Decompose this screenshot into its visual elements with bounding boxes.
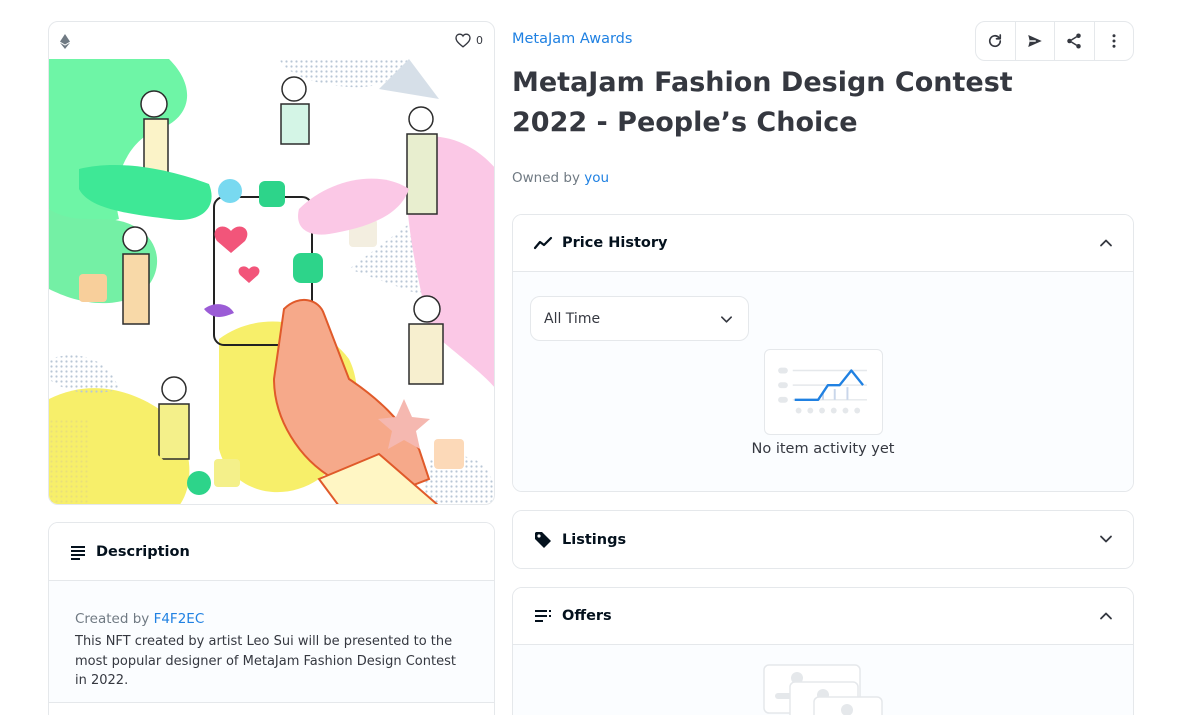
more-button[interactable] [1095,22,1134,60]
owned-by: Owned by you [512,170,609,186]
owned-by-label: Owned by [512,170,580,186]
tag-icon [535,531,551,548]
owner-link[interactable]: you [584,170,609,186]
media-card: 0 [48,21,495,505]
share-icon [1067,33,1081,49]
more-vertical-icon [1112,34,1116,48]
item-title: MetaJam Fashion Design Contest 2022 - Pe… [512,67,1013,138]
heart-outline-icon [455,33,471,48]
empty-activity-message: No item activity yet [751,441,895,457]
send-icon [1028,35,1042,47]
refresh-icon [989,34,1002,48]
offers-body [513,645,1133,715]
collection-link[interactable]: MetaJam Awards [512,31,632,47]
item-toolbar [975,21,1134,61]
list-icon [535,610,551,622]
offers-title: Offers [562,608,612,624]
creator-link[interactable]: F4F2EC [154,611,205,627]
price-history-panel: Price History All Time No item activity … [512,214,1134,492]
listings-panel: Listings [512,510,1134,569]
chevron-up-icon[interactable] [1099,236,1113,250]
listings-header[interactable]: Listings [513,511,1133,568]
share-button[interactable] [1055,22,1095,60]
price-history-header[interactable]: Price History [513,215,1133,272]
subject-icon [71,545,85,560]
transfer-button[interactable] [1016,22,1055,60]
price-history-body: All Time No item activity yet [513,272,1133,491]
offers-panel: Offers [512,587,1134,715]
media-header: 0 [49,22,494,59]
description-title: Description [96,543,190,560]
listings-title: Listings [562,531,627,548]
chevron-up-icon[interactable] [1099,609,1113,623]
trending-up-icon [533,236,553,250]
description-body: Created by F4F2EC This NFT created by ar… [49,581,494,703]
description-panel: Description Created by F4F2EC This NFT c… [48,522,495,715]
description-header[interactable]: Description [49,523,494,581]
price-history-title: Price History [562,235,668,251]
refresh-button[interactable] [976,22,1016,60]
created-by-label: Created by [75,611,150,627]
favorite-count: 0 [476,34,483,47]
offers-header[interactable]: Offers [513,588,1133,645]
chevron-down-icon [721,316,732,323]
favorite-button[interactable]: 0 [455,33,483,48]
time-range-value: All Time [544,310,601,327]
nft-artwork[interactable] [49,59,495,505]
empty-offers-illustration [763,664,883,715]
empty-chart-illustration [764,349,883,435]
ethereum-icon [60,34,70,49]
description-text: This NFT created by artist Leo Sui will … [75,634,456,688]
chevron-down-icon[interactable] [1099,532,1113,546]
time-range-select[interactable]: All Time [530,296,749,341]
created-by: Created by F4F2EC [75,611,468,627]
